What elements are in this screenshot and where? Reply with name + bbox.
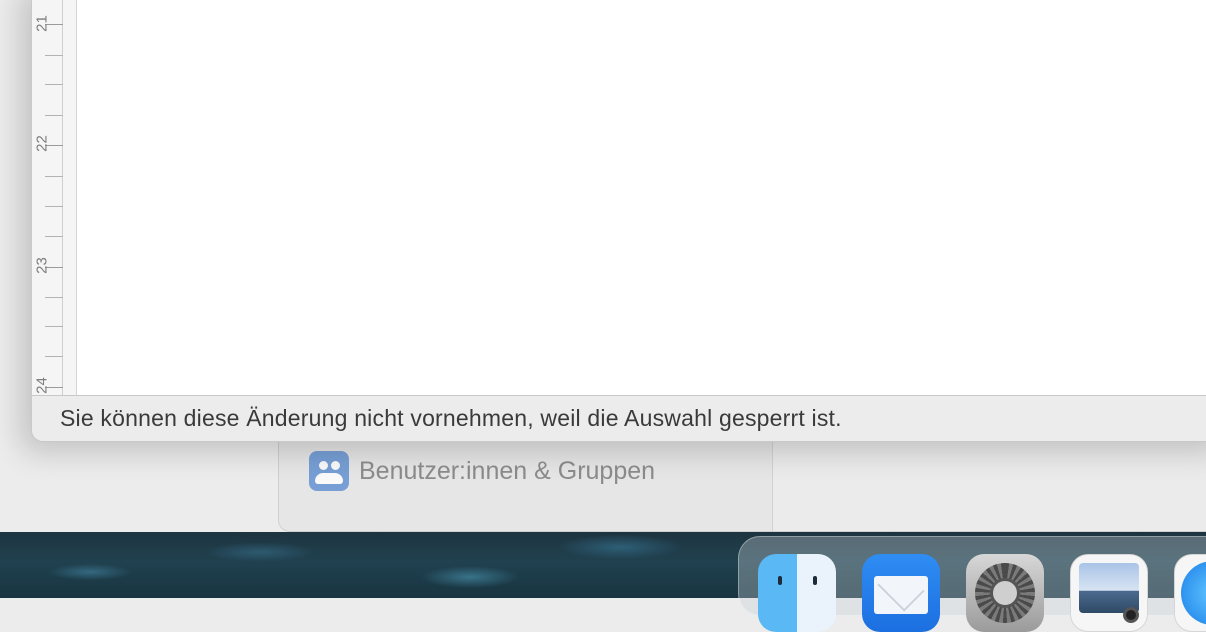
- ruler-tick: [45, 206, 63, 207]
- ruler-tick: [45, 115, 63, 116]
- sidebar-item-label: Benutzer:innen & Gruppen: [359, 456, 656, 485]
- ruler-tick: [45, 84, 63, 85]
- ruler-tick: [45, 55, 63, 56]
- ruler-label: 21: [33, 15, 51, 32]
- ruler-tick: [45, 297, 63, 298]
- status-bar: Sie können diese Änderung nicht vornehme…: [32, 395, 1206, 441]
- finder-icon[interactable]: [758, 554, 836, 632]
- mail-icon[interactable]: [862, 554, 940, 632]
- ruler-tick: [45, 356, 63, 357]
- users-groups-icon: [309, 451, 349, 491]
- dock: [738, 536, 1206, 632]
- document-page[interactable]: [77, 0, 1206, 395]
- system-settings-icon[interactable]: [966, 554, 1044, 632]
- ruler-label: 22: [33, 135, 51, 152]
- ruler-tick: [45, 176, 63, 177]
- vertical-ruler: 21 22 23 24: [32, 0, 77, 395]
- ruler-line: [62, 0, 63, 395]
- ruler-label: 23: [33, 257, 51, 274]
- safari-icon[interactable]: [1174, 554, 1206, 632]
- ruler-tick: [45, 326, 63, 327]
- ruler-tick: [45, 236, 63, 237]
- status-message: Sie können diese Änderung nicht vornehme…: [60, 405, 842, 431]
- preview-icon[interactable]: [1070, 554, 1148, 632]
- sidebar-item-users-groups[interactable]: Benutzer:innen & Gruppen: [309, 451, 655, 491]
- document-window: 21 22 23 24 Sie können diese Änderung ni…: [31, 0, 1206, 442]
- ruler-label: 24: [33, 377, 51, 394]
